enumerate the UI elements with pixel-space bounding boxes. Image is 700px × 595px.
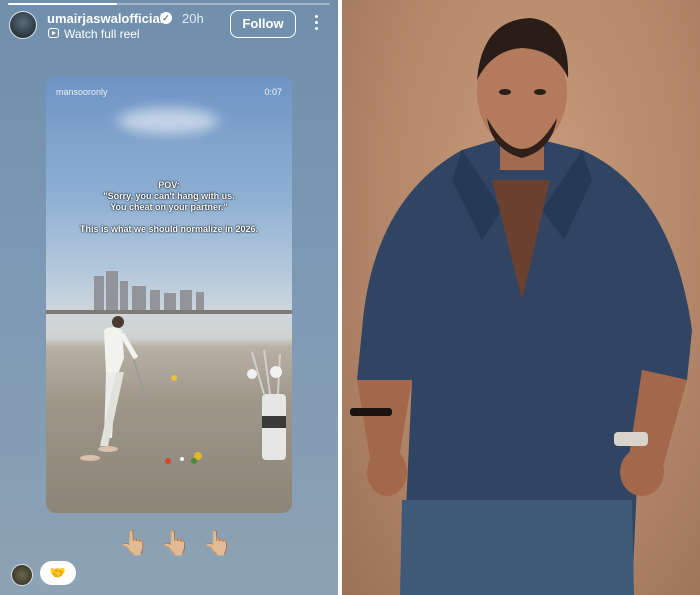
golf-bag bbox=[247, 349, 286, 460]
man-portrait bbox=[350, 18, 692, 595]
beach-scene bbox=[46, 271, 292, 464]
reaction-bubble[interactable]: 🤝 bbox=[40, 561, 76, 585]
reel-caption: POV: "Sorry, you can't hang with us. You… bbox=[46, 180, 292, 235]
username[interactable]: umairjaswalofficial bbox=[47, 11, 163, 26]
caption-line: "Sorry, you can't hang with us. bbox=[103, 191, 235, 201]
caption-line: You cheat on your partner." bbox=[110, 202, 228, 212]
golfer-figure bbox=[80, 316, 145, 461]
instagram-story-panel: umairjaswalofficial ✓ 20h Watch full ree… bbox=[0, 0, 338, 595]
portrait-photo bbox=[342, 0, 700, 595]
story-progress-fill bbox=[8, 3, 118, 5]
reel-icon bbox=[48, 28, 59, 38]
post-time: 20h bbox=[182, 11, 204, 26]
follow-button[interactable]: Follow bbox=[230, 10, 296, 38]
reel-card[interactable]: mansooronly 0:07 POV: "Sorry, you can't … bbox=[46, 76, 292, 513]
more-vertical-icon[interactable] bbox=[310, 12, 324, 34]
verified-badge-icon: ✓ bbox=[160, 12, 172, 24]
watch-full-reel-link[interactable]: Watch full reel bbox=[64, 27, 140, 41]
story-progress-bar bbox=[8, 3, 330, 5]
caption-line: This is what we should normalize in 2026… bbox=[79, 224, 259, 234]
caption-line: POV: bbox=[158, 180, 180, 190]
pointing-up-emojis: 👆🏼👆🏼👆🏼 bbox=[119, 530, 245, 557]
avatar[interactable] bbox=[9, 11, 37, 39]
viewer-avatar[interactable] bbox=[11, 564, 33, 586]
